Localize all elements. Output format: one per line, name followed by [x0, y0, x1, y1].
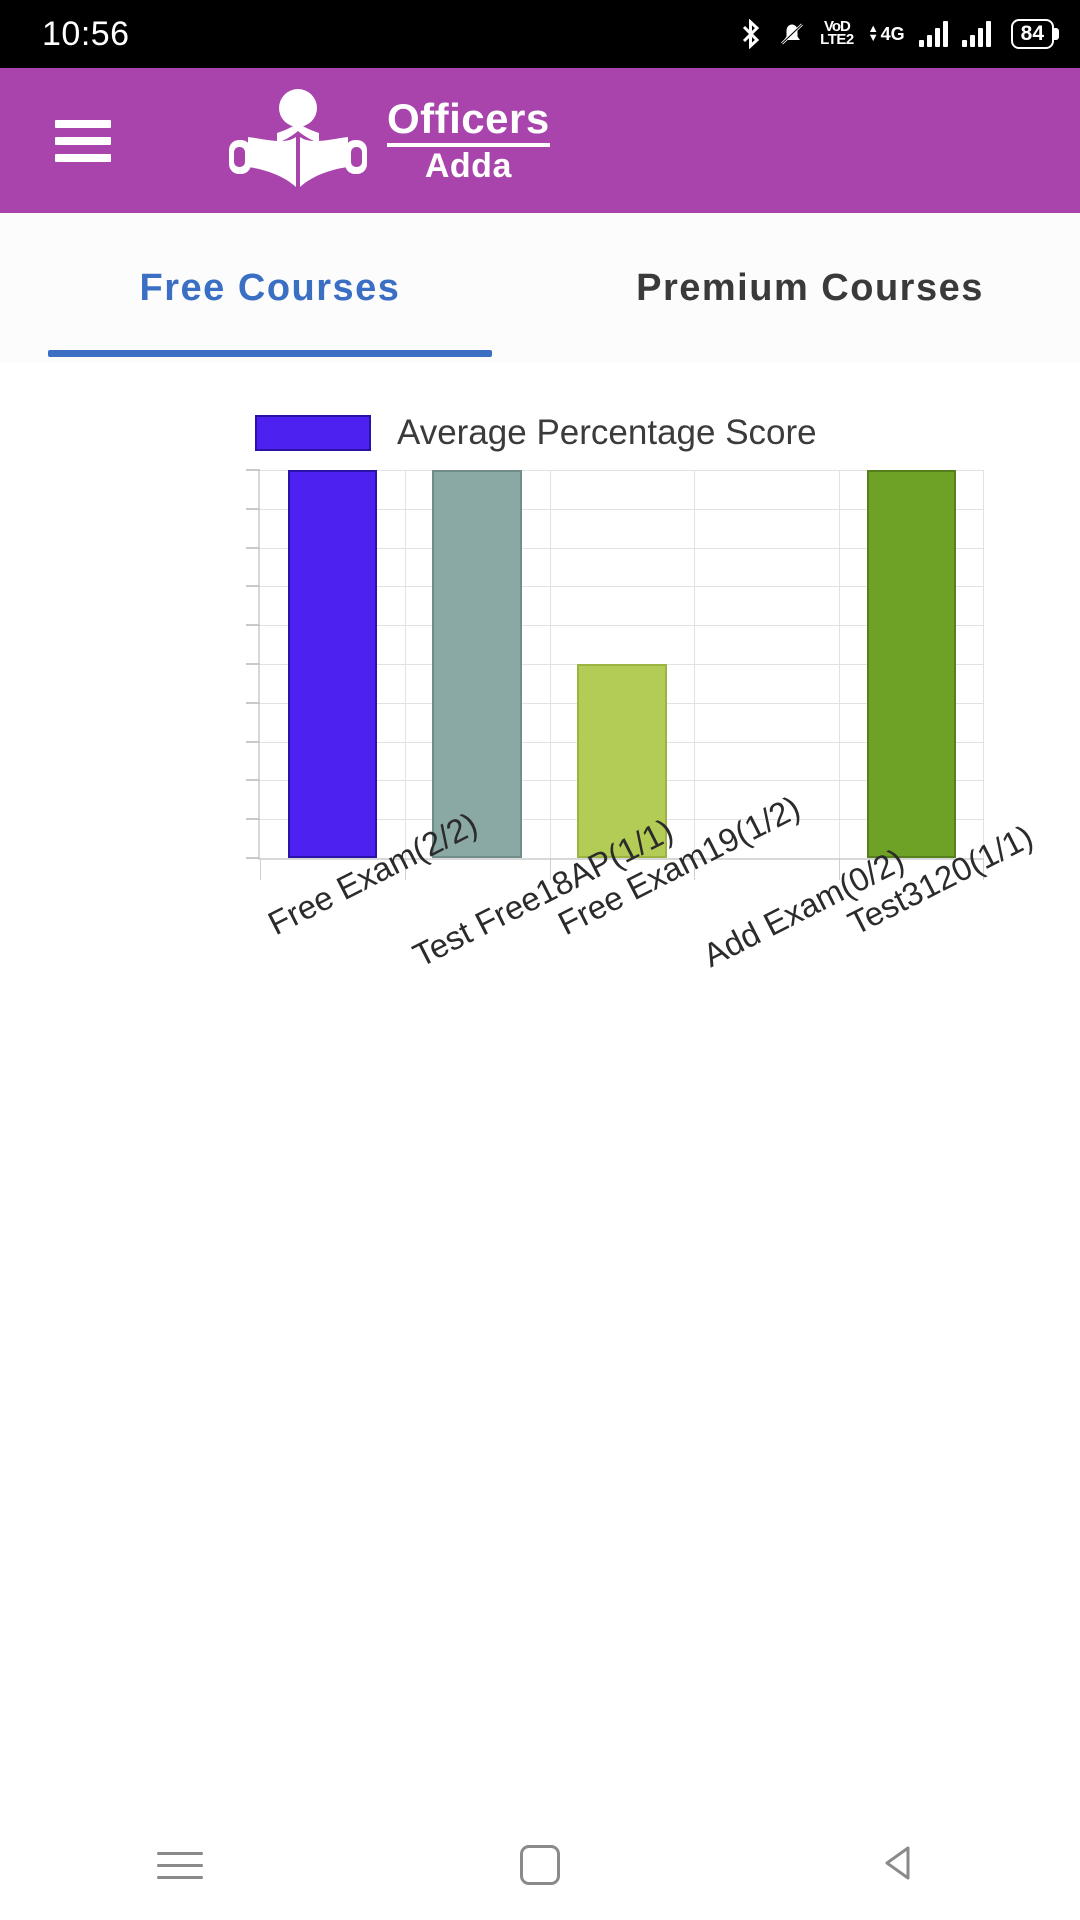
y-axis-tick-mark [246, 546, 260, 549]
battery-percent-label: 84 [1020, 22, 1044, 45]
y-axis-tick-mark [246, 507, 260, 510]
y-axis-tick-mark [246, 624, 260, 627]
y-axis-tick-mark [246, 585, 260, 588]
y-axis-tick-mark [246, 740, 260, 743]
tab-active-indicator [48, 350, 492, 357]
status-bar: 10:56 VoD LTE2 ▲ ▼ 4G 84 [0, 0, 1080, 68]
tab-premium-courses[interactable]: Premium Courses [540, 213, 1080, 363]
nav-recents-button[interactable] [120, 1830, 240, 1900]
tab-free-courses[interactable]: Free Courses [0, 213, 540, 363]
chart-bar[interactable] [432, 470, 523, 858]
volte-icon: VoD LTE2 [820, 19, 854, 48]
app-bar: Officers Adda [0, 68, 1080, 213]
chart-bar[interactable] [866, 470, 957, 858]
average-percentage-score-chart: Average Percentage Score 010203040506070… [0, 375, 1080, 1115]
chart-plot-area: 0102030405060708090100 [246, 469, 984, 880]
mobile-data-4g-label: 4G [880, 23, 905, 44]
chart-bar[interactable] [287, 470, 378, 858]
notifications-silenced-icon [778, 19, 806, 49]
back-icon [877, 1840, 923, 1891]
legend-label-average-percentage-score: Average Percentage Score [397, 413, 817, 452]
chart-gridline-vertical [549, 470, 551, 858]
chart-legend: Average Percentage Score [255, 413, 817, 453]
legend-swatch-average-percentage-score [255, 415, 371, 451]
tab-free-courses-label: Free Courses [139, 266, 401, 309]
nav-back-button[interactable] [840, 1830, 960, 1900]
recents-icon [157, 1851, 203, 1879]
chart-gridline-vertical [694, 470, 696, 858]
app-title-line1: Officers [387, 94, 550, 142]
app-title-line2: Adda [424, 147, 512, 186]
chart-gridline-vertical [839, 470, 841, 858]
data-transfer-arrows-icon: ▲ ▼ [867, 23, 879, 44]
mobile-data-4g-icon: ▲ ▼ 4G [868, 24, 905, 45]
volte-line2: LTE2 [820, 31, 854, 48]
status-icon-group: VoD LTE2 ▲ ▼ 4G 84 [738, 19, 1054, 49]
y-axis-tick-mark [246, 469, 260, 471]
y-axis-tick-mark [246, 818, 260, 821]
y-axis-tick-mark [246, 701, 260, 704]
y-axis-tick-mark [246, 779, 260, 782]
hamburger-menu-icon[interactable] [55, 119, 111, 162]
nav-home-button[interactable] [480, 1830, 600, 1900]
status-time: 10:56 [42, 14, 130, 53]
chart-gridline-vertical [404, 470, 406, 858]
chart-gridline-vertical [983, 470, 984, 858]
signal-bars-sim2-icon [961, 21, 991, 47]
bluetooth-icon [738, 19, 764, 49]
y-axis-tick-mark [246, 857, 260, 859]
tab-premium-courses-label: Premium Courses [636, 266, 984, 309]
battery-indicator: 84 [1010, 19, 1054, 49]
app-title-block: Officers Adda [387, 94, 550, 186]
book-reader-icon [223, 87, 373, 195]
y-axis-tick-mark [246, 663, 260, 665]
chart-x-axis-labels: Free Exam(2/2) Test Free18AP(1/1) Free Exa… [0, 788, 1080, 1085]
home-icon [520, 1845, 560, 1885]
tab-bar: Free Courses Premium Courses [0, 213, 1080, 363]
signal-bars-sim1-icon [918, 21, 948, 47]
app-logo: Officers Adda [223, 87, 550, 195]
android-navigation-bar [0, 1810, 1080, 1920]
